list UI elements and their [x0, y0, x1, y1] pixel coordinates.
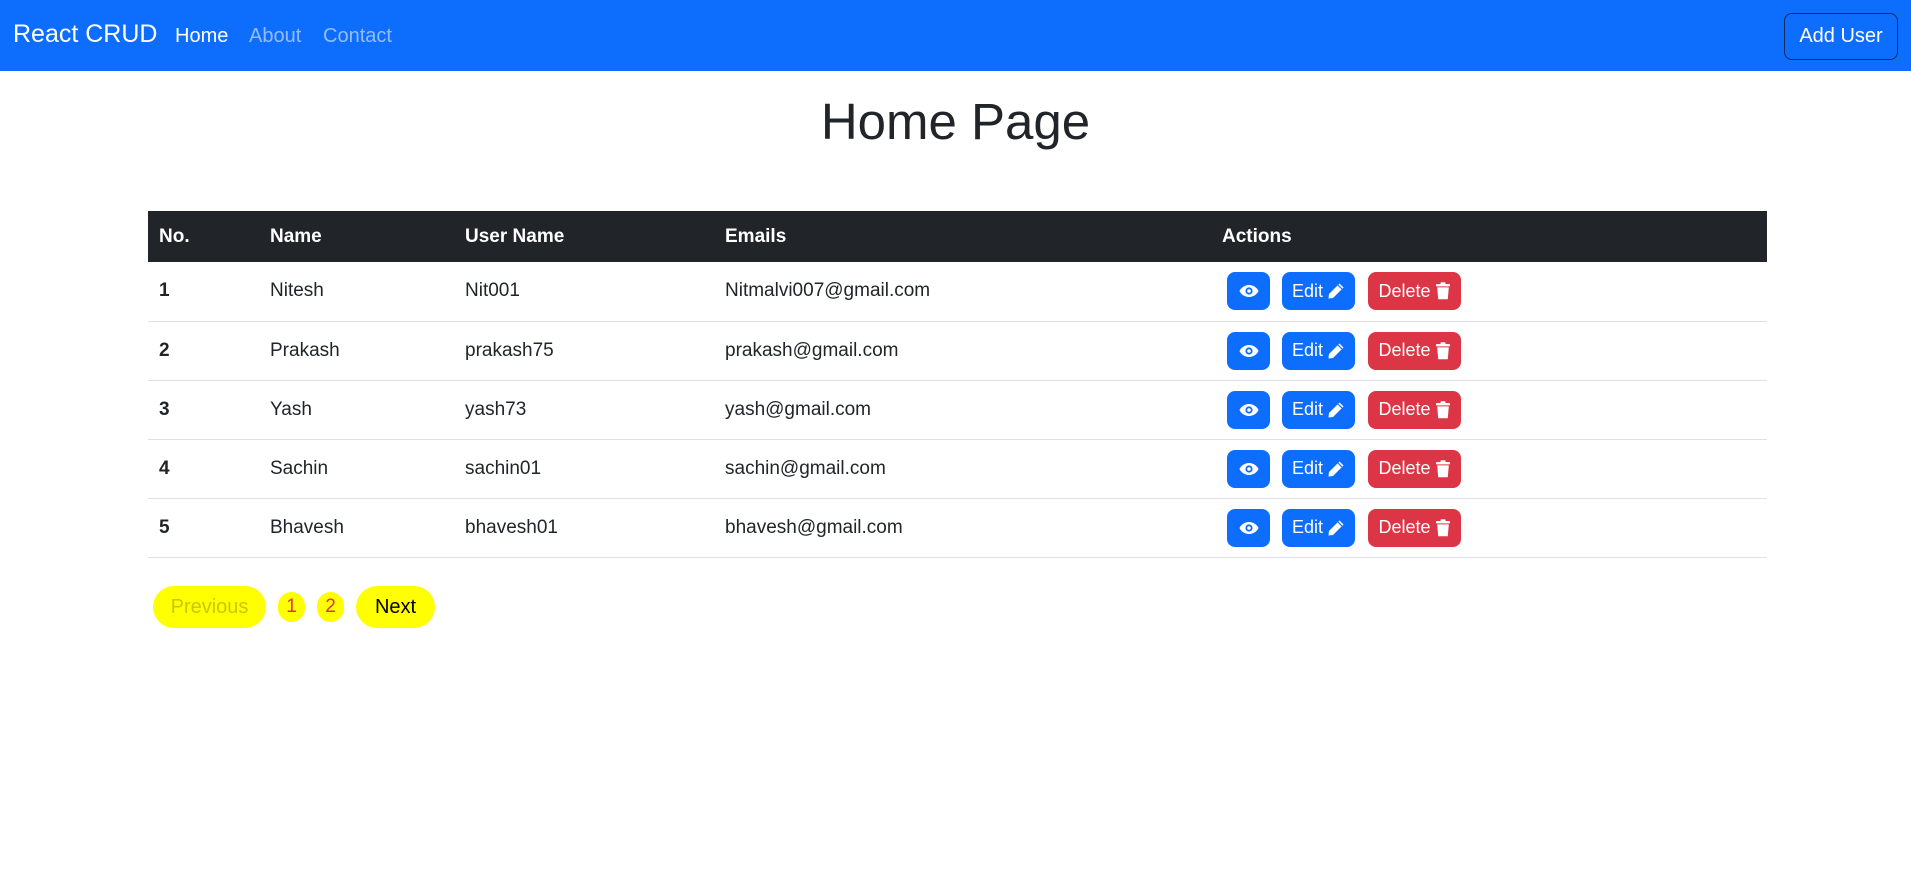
row-name: Prakash — [259, 321, 454, 381]
edit-button[interactable]: Edit — [1282, 508, 1355, 547]
brand-logo[interactable]: React CRUD — [13, 20, 157, 49]
row-username: Nit001 — [454, 262, 714, 322]
eye-icon — [1239, 344, 1258, 357]
page-2-button[interactable]: 2 — [317, 592, 344, 622]
edit-button[interactable]: Edit — [1282, 390, 1355, 429]
row-actions: Edit Delete — [1211, 262, 1767, 322]
view-button[interactable] — [1227, 331, 1270, 370]
nav-link-contact[interactable]: Contact — [323, 25, 392, 48]
previous-page-button[interactable]: Previous — [153, 586, 266, 628]
pencil-icon — [1328, 343, 1344, 358]
pencil-icon — [1328, 520, 1344, 535]
add-user-button[interactable]: Add User — [1784, 13, 1898, 60]
actions-group: Edit Delete — [1222, 508, 1756, 547]
table-header-row: No. Name User Name Emails Actions — [148, 211, 1767, 262]
delete-label: Delete — [1378, 458, 1431, 478]
table-row: 5 Bhavesh bhavesh01 bhavesh@gmail.com Ed… — [148, 498, 1767, 558]
row-name: Sachin — [259, 439, 454, 499]
row-email: prakash@gmail.com — [714, 321, 1211, 381]
eye-icon — [1239, 462, 1258, 475]
row-actions: Edit Delete — [1211, 439, 1767, 499]
delete-label: Delete — [1378, 280, 1431, 301]
table-row: 2 Prakash prakash75 prakash@gmail.com Ed… — [148, 321, 1767, 381]
table-body: 1 Nitesh Nit001 Nitmalvi007@gmail.com Ed… — [148, 262, 1767, 558]
edit-label: Edit — [1291, 458, 1324, 478]
header-emails: Emails — [725, 225, 787, 247]
pencil-icon — [1328, 402, 1344, 417]
row-number: 5 — [148, 498, 259, 558]
view-button[interactable] — [1227, 390, 1270, 429]
row-name: Yash — [259, 380, 454, 440]
table-row: 4 Sachin sachin01 sachin@gmail.com Edit — [148, 439, 1767, 499]
row-username: prakash75 — [454, 321, 714, 381]
view-button[interactable] — [1227, 272, 1270, 311]
nav-link-home[interactable]: Home — [175, 25, 228, 48]
trash-icon — [1435, 518, 1450, 536]
view-button[interactable] — [1227, 508, 1270, 547]
eye-icon — [1239, 403, 1258, 416]
view-button[interactable] — [1227, 449, 1270, 488]
navbar: React CRUD Home About Contact Add User — [0, 0, 1911, 71]
row-actions: Edit Delete — [1211, 498, 1767, 558]
nav-link-about[interactable]: About — [249, 25, 301, 48]
pencil-icon — [1328, 461, 1344, 476]
row-actions: Edit Delete — [1211, 321, 1767, 381]
delete-button[interactable]: Delete — [1368, 390, 1461, 429]
row-email: yash@gmail.com — [714, 380, 1211, 440]
actions-group: Edit Delete — [1222, 272, 1756, 311]
edit-label: Edit — [1291, 399, 1324, 419]
trash-icon — [1435, 459, 1450, 477]
table-row: 1 Nitesh Nit001 Nitmalvi007@gmail.com Ed… — [148, 262, 1767, 322]
eye-icon — [1239, 521, 1258, 534]
pencil-icon — [1328, 283, 1344, 299]
delete-button[interactable]: Delete — [1368, 508, 1461, 547]
edit-button[interactable]: Edit — [1282, 449, 1355, 488]
delete-label: Delete — [1378, 399, 1431, 419]
row-number: 3 — [148, 380, 259, 440]
table-header: No. Name User Name Emails Actions — [148, 211, 1767, 262]
row-actions: Edit Delete — [1211, 380, 1767, 440]
header-username: User Name — [465, 225, 565, 247]
row-email: sachin@gmail.com — [714, 439, 1211, 499]
delete-button[interactable]: Delete — [1368, 449, 1461, 488]
eye-icon — [1239, 285, 1258, 298]
table-row: 3 Yash yash73 yash@gmail.com Edit Delete — [148, 380, 1767, 440]
row-email: Nitmalvi007@gmail.com — [714, 262, 1211, 322]
actions-group: Edit Delete — [1222, 390, 1756, 429]
edit-label: Edit — [1291, 340, 1324, 360]
delete-button[interactable]: Delete — [1368, 331, 1461, 370]
row-username: sachin01 — [454, 439, 714, 499]
row-name: Bhavesh — [259, 498, 454, 558]
delete-label: Delete — [1378, 517, 1431, 537]
row-name: Nitesh — [259, 262, 454, 322]
row-number: 2 — [148, 321, 259, 381]
page-title: Home Page — [820, 93, 1091, 150]
header-no: No. — [159, 225, 190, 247]
row-email: bhavesh@gmail.com — [714, 498, 1211, 558]
row-number: 4 — [148, 439, 259, 499]
row-number: 1 — [148, 262, 259, 322]
actions-group: Edit Delete — [1222, 449, 1756, 488]
users-table: No. Name User Name Emails Actions 1 Nite… — [148, 211, 1767, 558]
row-username: yash73 — [454, 380, 714, 440]
header-actions: Actions — [1222, 225, 1292, 247]
trash-icon — [1435, 341, 1450, 359]
edit-button[interactable]: Edit — [1282, 272, 1355, 311]
row-username: bhavesh01 — [454, 498, 714, 558]
delete-button[interactable]: Delete — [1368, 272, 1461, 311]
edit-button[interactable]: Edit — [1282, 331, 1355, 370]
header-name: Name — [270, 225, 322, 247]
edit-label: Edit — [1291, 517, 1324, 537]
trash-icon — [1435, 400, 1450, 418]
pagination: Previous 1 2 Next — [153, 586, 435, 628]
page-1-button[interactable]: 1 — [278, 592, 305, 622]
delete-label: Delete — [1378, 340, 1431, 360]
trash-icon — [1435, 282, 1450, 300]
edit-label: Edit — [1291, 280, 1324, 301]
next-page-button[interactable]: Next — [356, 586, 435, 628]
actions-group: Edit Delete — [1222, 331, 1756, 370]
